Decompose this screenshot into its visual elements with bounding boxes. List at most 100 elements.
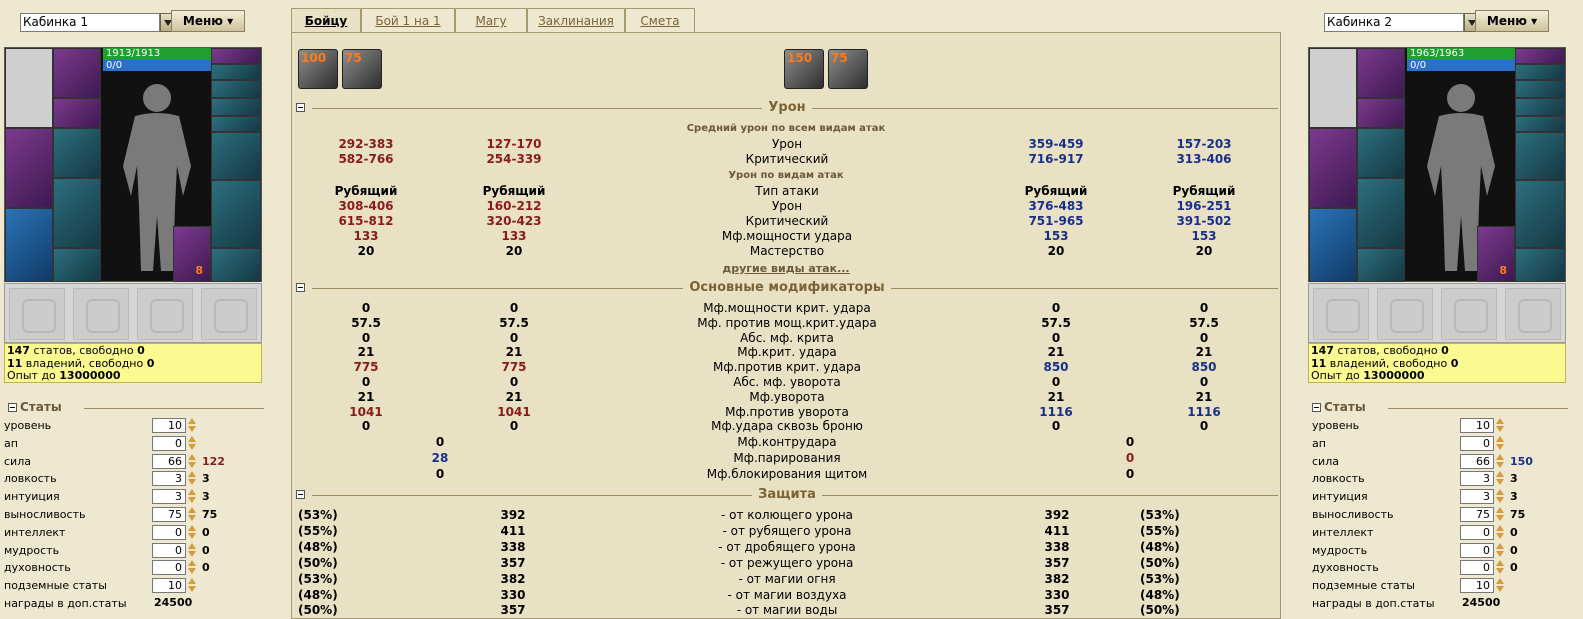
stat-total: 0 xyxy=(202,561,210,575)
row-value: Рубящий xyxy=(1024,184,1088,198)
strength-skill-icon[interactable]: 150 xyxy=(784,49,824,89)
belt-slot[interactable] xyxy=(53,178,101,248)
armor-skill-icon[interactable]: 75 xyxy=(342,49,382,89)
spinner-icon[interactable] xyxy=(1496,488,1504,505)
spinner-icon[interactable] xyxy=(188,470,196,487)
stat-label: награды в доп.статы xyxy=(4,597,127,610)
stat-input[interactable]: 0 xyxy=(152,542,186,558)
empty-slot[interactable] xyxy=(201,288,257,340)
fighter-content: 100 75 150 75 Урон Средний урон по всем … xyxy=(291,32,1281,619)
helmet-slot[interactable] xyxy=(5,48,53,128)
stat-input[interactable]: 66 xyxy=(1460,453,1494,469)
spinner-icon[interactable] xyxy=(188,506,196,523)
defense-section-header[interactable]: Защита xyxy=(296,487,1278,503)
spinner-icon[interactable] xyxy=(188,577,196,594)
ring-slot-4[interactable] xyxy=(211,116,261,132)
axe-slot[interactable] xyxy=(211,132,261,180)
spinner-icon[interactable] xyxy=(1496,417,1504,434)
ring-slot-1[interactable] xyxy=(211,64,261,80)
stat-input[interactable]: 10 xyxy=(1460,578,1494,594)
stat-input[interactable]: 10 xyxy=(152,418,186,433)
stat-input[interactable]: 0 xyxy=(1460,524,1494,540)
stat-input[interactable]: 0 xyxy=(1460,542,1494,558)
row-value: 582-766 xyxy=(338,152,394,166)
spinner-icon[interactable] xyxy=(188,542,196,559)
stat-input[interactable]: 3 xyxy=(1460,471,1494,487)
other-attacks-link[interactable]: другие виды атак... xyxy=(292,262,1280,275)
empty-slot[interactable] xyxy=(73,288,129,340)
ring-slot-3[interactable] xyxy=(211,98,261,116)
stat-input[interactable]: 3 xyxy=(152,471,186,487)
tab-spells[interactable]: Заклинания xyxy=(527,8,625,32)
armor-skill-icon[interactable]: 75 xyxy=(828,49,868,89)
row-label: Мф.удара сквозь броню xyxy=(711,419,863,434)
tab-fighter[interactable]: Бойцу xyxy=(291,8,361,32)
stat-total: 3 xyxy=(202,490,210,504)
stat-input[interactable]: 0 xyxy=(152,524,186,540)
spinner-icon[interactable] xyxy=(1496,435,1504,452)
percent-value: (55%) xyxy=(1140,523,1180,538)
stat-input[interactable]: 10 xyxy=(152,578,186,594)
spinner-icon[interactable] xyxy=(188,453,196,470)
boots-slot[interactable] xyxy=(53,248,101,282)
stat-input[interactable]: 75 xyxy=(152,507,186,522)
stat-input[interactable]: 0 xyxy=(152,560,186,576)
bonus-stats-value: 24500 xyxy=(154,596,193,609)
menu-button[interactable]: Меню ▾ xyxy=(171,10,245,32)
row-value: 21 xyxy=(1047,389,1065,404)
empty-slot[interactable] xyxy=(9,288,65,340)
spinner-icon[interactable] xyxy=(1496,506,1504,523)
row-label: Мф.мощности удара xyxy=(721,229,853,243)
legs-slot[interactable] xyxy=(211,180,261,248)
elixir-count: 8 xyxy=(195,264,203,277)
stat-input[interactable]: 10 xyxy=(1460,418,1494,433)
shoes-slot[interactable] xyxy=(211,248,261,282)
damage-by-type-title: Урон по видам атак xyxy=(728,170,844,181)
stats-section-header[interactable]: Статы xyxy=(8,400,264,416)
defense-row: (53%) 392 - от колющего урона 392 (53%) xyxy=(292,508,1280,523)
row-value: 21 xyxy=(357,345,375,360)
spinner-icon[interactable] xyxy=(1496,559,1504,576)
spinner-icon[interactable] xyxy=(188,435,196,452)
amulet-slot[interactable] xyxy=(211,48,261,64)
damage-section-header[interactable]: Урон xyxy=(296,100,1278,116)
defense-value: 392 xyxy=(1044,508,1070,522)
collapse-icon[interactable] xyxy=(8,403,17,412)
strength-skill-icon[interactable]: 100 xyxy=(298,49,338,89)
elixir-slot[interactable] xyxy=(173,226,211,282)
stat-input[interactable]: 3 xyxy=(152,489,186,505)
spinner-icon[interactable] xyxy=(1496,524,1504,541)
tab-estimate[interactable]: Смета xyxy=(625,8,695,32)
tab-mage[interactable]: Магу xyxy=(455,8,527,32)
stat-input[interactable]: 0 xyxy=(152,435,186,451)
stat-input[interactable]: 3 xyxy=(1460,489,1494,505)
row-value: 0 xyxy=(435,435,445,449)
spinner-icon[interactable] xyxy=(1496,542,1504,559)
stat-input[interactable]: 0 xyxy=(1460,560,1494,576)
spinner-icon[interactable] xyxy=(188,417,196,434)
tab-duel[interactable]: Бой 1 на 1 xyxy=(361,8,455,32)
empty-slot[interactable] xyxy=(137,288,193,340)
stat-input[interactable]: 0 xyxy=(1460,435,1494,451)
stat-input[interactable]: 75 xyxy=(1460,507,1494,522)
earring-slot[interactable] xyxy=(53,98,101,128)
stat-row: интуиция 3 3 xyxy=(1312,488,1572,506)
right-character-panel: Кабинка 2 Меню ▾ 1963/1963 0/0 8 147 ста… xyxy=(1308,0,1583,619)
row-label: Урон xyxy=(771,137,803,151)
head-slot[interactable] xyxy=(53,48,101,98)
spinner-icon[interactable] xyxy=(188,559,196,576)
modifiers-section-header[interactable]: Основные модификаторы xyxy=(296,280,1278,296)
spinner-icon[interactable] xyxy=(1496,453,1504,470)
stat-label: интуиция xyxy=(4,490,60,504)
stat-input[interactable]: 66 xyxy=(152,453,186,469)
weapon-slot[interactable] xyxy=(53,128,101,178)
spinner-icon[interactable] xyxy=(1496,470,1504,487)
ring-slot-2[interactable] xyxy=(211,80,261,98)
cabin-select[interactable]: Кабинка 1 xyxy=(20,13,160,32)
cloak-slot[interactable] xyxy=(5,208,53,282)
spinner-icon[interactable] xyxy=(188,488,196,505)
row-value: 0 xyxy=(509,375,519,389)
spinner-icon[interactable] xyxy=(1496,577,1504,594)
armor-slot[interactable] xyxy=(5,128,53,208)
spinner-icon[interactable] xyxy=(188,524,196,541)
